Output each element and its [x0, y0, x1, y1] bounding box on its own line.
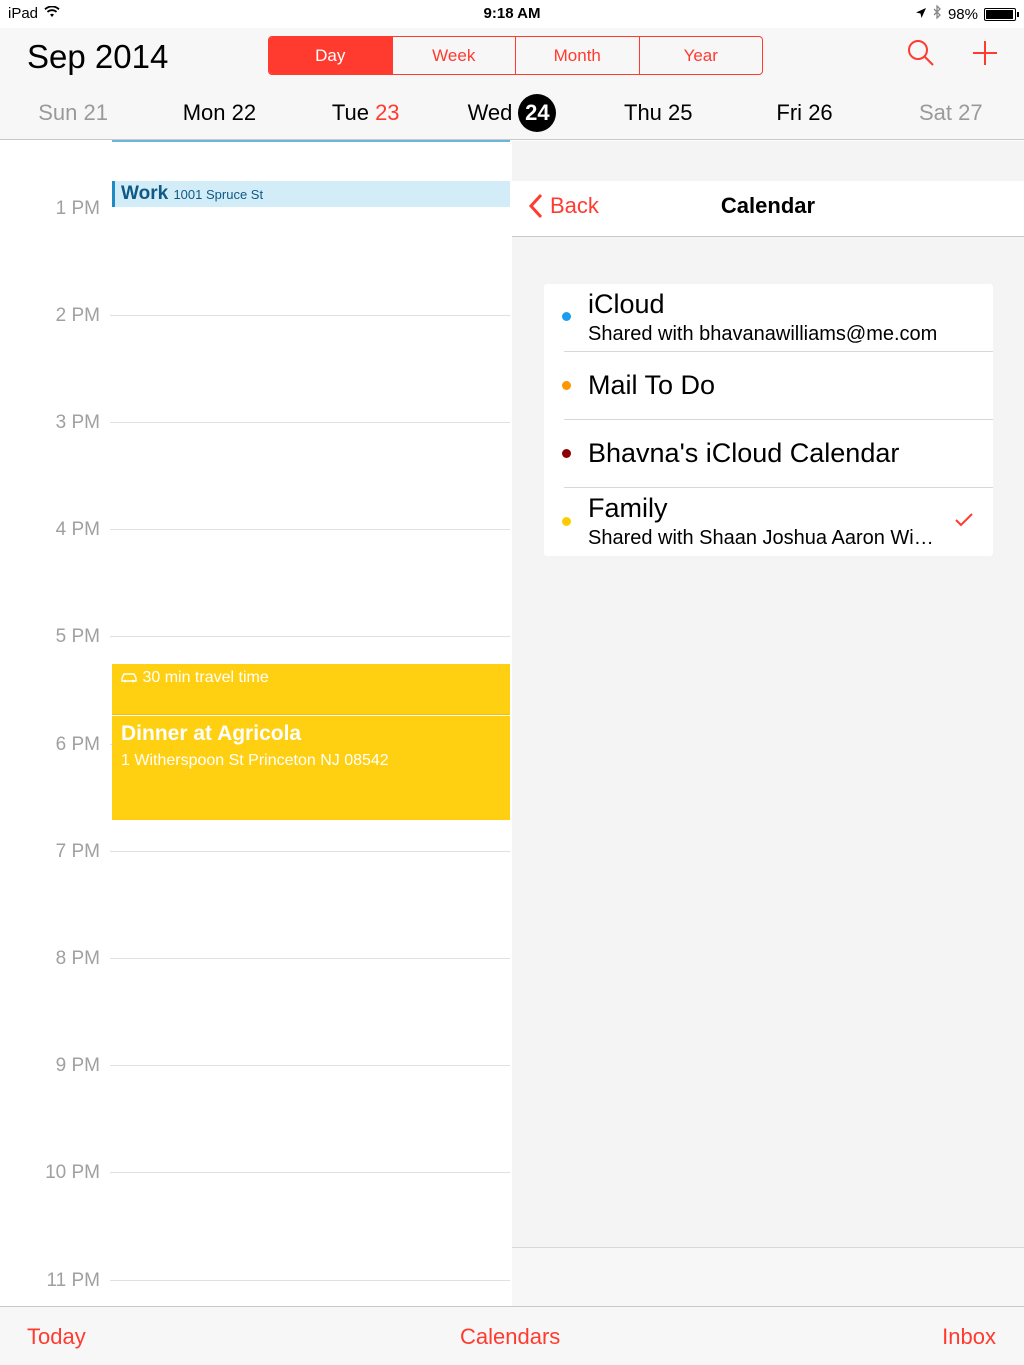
travel-time-block[interactable]: 30 min travel time [112, 664, 510, 715]
work-event[interactable]: Work 1001 Spruce St [112, 181, 510, 207]
checkmark-icon [955, 510, 973, 533]
today-button[interactable]: Today [27, 1324, 86, 1350]
week-day-strip: Sun 21 Mon 22 Tue 23 Wed 24 Thu 25 Fri 26… [0, 90, 1024, 136]
travel-time-label: 30 min travel time [142, 669, 269, 686]
view-segmented-control: Day Week Month Year [268, 36, 763, 75]
car-icon [120, 669, 142, 686]
segment-year[interactable]: Year [640, 37, 763, 74]
selected-day-circle: 24 [518, 94, 557, 132]
segment-day[interactable]: Day [269, 37, 393, 74]
battery-icon [984, 7, 1019, 21]
status-bar: iPad 9:18 AM 98% [0, 0, 1024, 28]
work-event-location: 1001 Spruce St [173, 187, 264, 202]
bottom-toolbar: Today Calendars Inbox [0, 1306, 1024, 1365]
calendar-color-dot [562, 449, 571, 458]
day-tue[interactable]: Tue 23 [293, 90, 439, 136]
dinner-event[interactable]: Dinner at Agricola 1 Witherspoon St Prin… [112, 716, 510, 820]
work-event-title: Work [121, 183, 169, 204]
calendar-item-mail-to-do[interactable]: Mail To Do [562, 352, 993, 420]
calendar-header: Sep 2014 Day Week Month Year Sun 21 Mon … [0, 28, 1024, 140]
calendars-button[interactable]: Calendars [460, 1324, 560, 1350]
calendar-color-dot [562, 312, 571, 321]
day-thu[interactable]: Thu 25 [585, 90, 731, 136]
month-title: Sep 2014 [27, 38, 169, 75]
calendar-list: iCloud Shared with bhavanawilliams@me.co… [544, 284, 993, 556]
segment-week[interactable]: Week [393, 37, 516, 74]
calendar-chooser-panel: Back Calendar iCloud Shared with bhavana… [512, 141, 1024, 1306]
add-event-icon[interactable] [970, 38, 1002, 70]
calendar-item-icloud[interactable]: iCloud Shared with bhavanawilliams@me.co… [562, 284, 993, 352]
segment-month[interactable]: Month [516, 37, 640, 74]
panel-title: Calendar [720, 193, 816, 218]
location-arrow-icon [915, 6, 927, 23]
inbox-button[interactable]: Inbox [942, 1324, 996, 1350]
status-time: 9:18 AM [483, 5, 541, 22]
day-sun[interactable]: Sun 21 [0, 90, 146, 136]
bluetooth-icon [933, 4, 942, 23]
day-sat[interactable]: Sat 27 [878, 90, 1024, 136]
panel-nav-bar: Back Calendar [512, 181, 1024, 237]
calendar-color-dot [562, 517, 571, 526]
day-wed-selected[interactable]: Wed 24 [439, 90, 585, 136]
day-mon[interactable]: Mon 22 [146, 90, 292, 136]
dinner-event-title: Dinner at Agricola [121, 722, 302, 745]
day-timeline[interactable]: 1 PM 2 PM 3 PM 4 PM 5 PM 6 PM 7 PM 8 PM … [0, 140, 512, 1306]
calendar-item-family[interactable]: Family Shared with Shaan Joshua Aaron Wi… [562, 488, 993, 556]
day-fri[interactable]: Fri 26 [731, 90, 877, 136]
previous-event-edge[interactable] [112, 140, 510, 142]
dinner-event-address: 1 Witherspoon St Princeton NJ 08542 [121, 752, 389, 769]
battery-percent: 98% [947, 5, 978, 23]
calendar-color-dot [562, 381, 571, 390]
panel-bottom-bar [512, 1247, 1024, 1306]
calendar-item-bhavna-icloud[interactable]: Bhavna's iCloud Calendar [562, 420, 993, 488]
search-icon[interactable] [906, 38, 938, 70]
